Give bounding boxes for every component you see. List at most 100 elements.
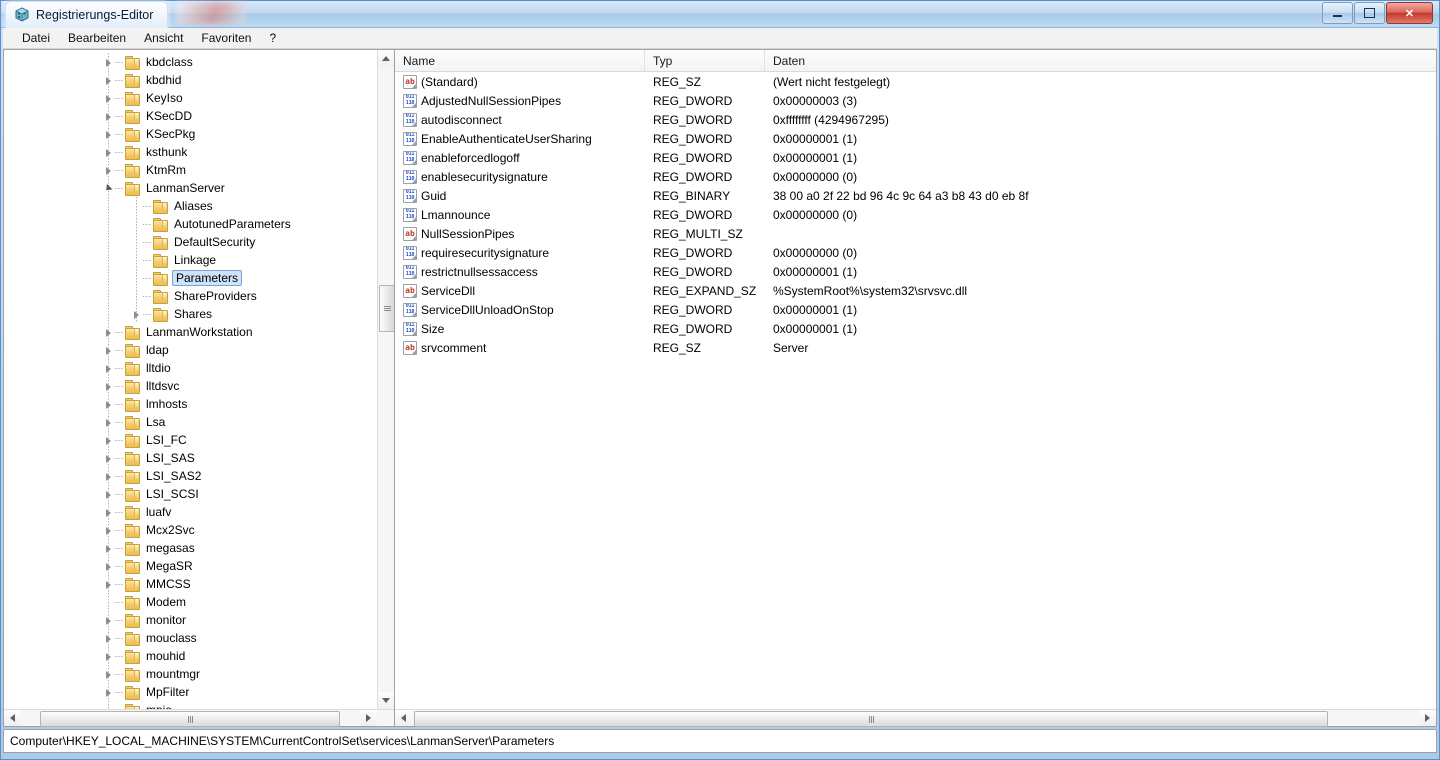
value-row[interactable]: 011 110 Lmannounce REG_DWORD 0x00000000 (0): [395, 205, 1436, 224]
restore-button[interactable]: [1354, 2, 1385, 24]
chevron-right-icon[interactable]: [102, 452, 115, 465]
tree-item-lsi-scsi[interactable]: LSI_SCSI: [4, 485, 394, 503]
tree-item-linkage[interactable]: Linkage: [4, 251, 394, 269]
value-row[interactable]: ab ServiceDll REG_EXPAND_SZ %SystemRoot%\sy…: [395, 281, 1436, 300]
tree-item-megasr[interactable]: MegaSR: [4, 557, 394, 575]
value-row[interactable]: 011 110 autodisconnect REG_DWORD 0xffffffff …: [395, 110, 1436, 129]
chevron-right-icon[interactable]: [102, 416, 115, 429]
value-row[interactable]: 011 110 enableforcedlogoff REG_DWORD 0x00000…: [395, 148, 1436, 167]
tree-item-ktmrm[interactable]: KtmRm: [4, 161, 394, 179]
chevron-right-icon[interactable]: [102, 128, 115, 141]
tree-item-ksthunk[interactable]: ksthunk: [4, 143, 394, 161]
chevron-right-icon[interactable]: [102, 110, 115, 123]
tree-scroll-up-button[interactable]: [378, 50, 394, 67]
tree-horizontal-scrollbar[interactable]: [4, 709, 394, 727]
menu-datei[interactable]: Datei: [13, 29, 59, 47]
tree-item-shareproviders[interactable]: ShareProviders: [4, 287, 394, 305]
chevron-right-icon[interactable]: [130, 308, 143, 321]
tree-item-lsi-sas2[interactable]: LSI_SAS2: [4, 467, 394, 485]
menu-help[interactable]: ?: [260, 29, 285, 47]
chevron-right-icon[interactable]: [102, 146, 115, 159]
menu-ansicht[interactable]: Ansicht: [135, 29, 192, 47]
tree-item-kbdclass[interactable]: kbdclass: [4, 53, 394, 71]
menu-favoriten[interactable]: Favoriten: [192, 29, 260, 47]
tree-vertical-scrollbar[interactable]: [377, 50, 394, 709]
tree-item-ksecpkg[interactable]: KSecPkg: [4, 125, 394, 143]
tree-item-ksecdd[interactable]: KSecDD: [4, 107, 394, 125]
minimize-button[interactable]: [1322, 2, 1353, 24]
chevron-right-icon[interactable]: [102, 650, 115, 663]
column-header-name[interactable]: Name: [395, 50, 645, 71]
chevron-right-icon[interactable]: [102, 398, 115, 411]
tree-scroll-right-button[interactable]: [360, 710, 377, 726]
chevron-right-icon[interactable]: [102, 56, 115, 69]
chevron-right-icon[interactable]: [102, 686, 115, 699]
tree-item-ldap[interactable]: ldap: [4, 341, 394, 359]
tree-item-mmcss[interactable]: MMCSS: [4, 575, 394, 593]
tree-item-mcx2svc[interactable]: Mcx2Svc: [4, 521, 394, 539]
tree-item-shares[interactable]: Shares: [4, 305, 394, 323]
value-row[interactable]: 011 110 AdjustedNullSessionPipes REG_DWORD 0…: [395, 91, 1436, 110]
chevron-right-icon[interactable]: [102, 164, 115, 177]
column-header-type[interactable]: Typ: [645, 50, 765, 71]
chevron-right-icon[interactable]: [102, 326, 115, 339]
tree-item-lsi-sas[interactable]: LSI_SAS: [4, 449, 394, 467]
chevron-right-icon[interactable]: [102, 362, 115, 375]
menu-bearbeiten[interactable]: Bearbeiten: [59, 29, 135, 47]
chevron-right-icon[interactable]: [102, 506, 115, 519]
tree-item-lmhosts[interactable]: lmhosts: [4, 395, 394, 413]
tree-item-aliases[interactable]: Aliases: [4, 197, 394, 215]
tree-item-monitor[interactable]: monitor: [4, 611, 394, 629]
value-row[interactable]: ab (Standard) REG_SZ (Wert nicht festgelegt…: [395, 72, 1436, 91]
chevron-right-icon[interactable]: [102, 542, 115, 555]
chevron-right-icon[interactable]: [102, 434, 115, 447]
tree-item-kbdhid[interactable]: kbdhid: [4, 71, 394, 89]
tree-item-defaultsecurity[interactable]: DefaultSecurity: [4, 233, 394, 251]
tree-item-mouclass[interactable]: mouclass: [4, 629, 394, 647]
value-row[interactable]: 011 110 Guid REG_BINARY 38 00 a0 2f 22 bd 96…: [395, 186, 1436, 205]
tree-item-autotunedparameters[interactable]: AutotunedParameters: [4, 215, 394, 233]
chevron-right-icon[interactable]: [102, 470, 115, 483]
chevron-right-icon[interactable]: [102, 488, 115, 501]
tree-scroll-left-button[interactable]: [4, 710, 21, 726]
column-header-data[interactable]: Daten: [765, 50, 1436, 71]
value-row[interactable]: 011 110 EnableAuthenticateUserSharing REG_D…: [395, 129, 1436, 148]
chevron-right-icon[interactable]: [102, 380, 115, 393]
value-row[interactable]: 011 110 enablesecuritysignature REG_DWORD 0x…: [395, 167, 1436, 186]
chevron-right-icon[interactable]: [102, 578, 115, 591]
tree-scroll-down-button[interactable]: [378, 692, 394, 709]
chevron-right-icon[interactable]: [102, 632, 115, 645]
tree-item-mountmgr[interactable]: mountmgr: [4, 665, 394, 683]
tree-item-megasas[interactable]: megasas: [4, 539, 394, 557]
tree-item-mouhid[interactable]: mouhid: [4, 647, 394, 665]
list-hscrollbar-thumb[interactable]: [414, 711, 1328, 727]
chevron-right-icon[interactable]: [102, 524, 115, 537]
close-button[interactable]: ✕: [1386, 2, 1433, 24]
chevron-right-icon[interactable]: [102, 668, 115, 681]
tree-item-lanmanworkstation[interactable]: LanmanWorkstation: [4, 323, 394, 341]
chevron-right-icon[interactable]: [102, 74, 115, 87]
chevron-right-icon[interactable]: [102, 344, 115, 357]
list-scroll-left-button[interactable]: [395, 710, 412, 726]
value-row[interactable]: 011 110 restrictnullsessaccess REG_DWORD 0x0…: [395, 262, 1436, 281]
tree-item-lsi-fc[interactable]: LSI_FC: [4, 431, 394, 449]
tree-item-mpfilter[interactable]: MpFilter: [4, 683, 394, 701]
tree-item-mpio[interactable]: mpio: [4, 701, 394, 709]
tree-hscrollbar-thumb[interactable]: [40, 711, 340, 727]
chevron-down-icon[interactable]: [102, 182, 115, 195]
value-row[interactable]: 011 110 Size REG_DWORD 0x00000001 (1): [395, 319, 1436, 338]
tree-item-lsa[interactable]: Lsa: [4, 413, 394, 431]
value-row[interactable]: 011 110 ServiceDllUnloadOnStop REG_DWORD 0x0…: [395, 300, 1436, 319]
tree-item-lltdio[interactable]: lltdio: [4, 359, 394, 377]
tree-item-modem[interactable]: Modem: [4, 593, 394, 611]
chevron-right-icon[interactable]: [102, 560, 115, 573]
chevron-right-icon[interactable]: [102, 92, 115, 105]
chevron-right-icon[interactable]: [102, 614, 115, 627]
tree-item-lltdsvc[interactable]: lltdsvc: [4, 377, 394, 395]
tree-item-keyiso[interactable]: KeyIso: [4, 89, 394, 107]
list-scroll-right-button[interactable]: [1419, 710, 1436, 726]
tree-item-lanmanserver[interactable]: LanmanServer: [4, 179, 394, 197]
tree-scrollbar-thumb[interactable]: [379, 285, 394, 332]
value-row[interactable]: ab NullSessionPipes REG_MULTI_SZ: [395, 224, 1436, 243]
list-horizontal-scrollbar[interactable]: [395, 709, 1436, 727]
